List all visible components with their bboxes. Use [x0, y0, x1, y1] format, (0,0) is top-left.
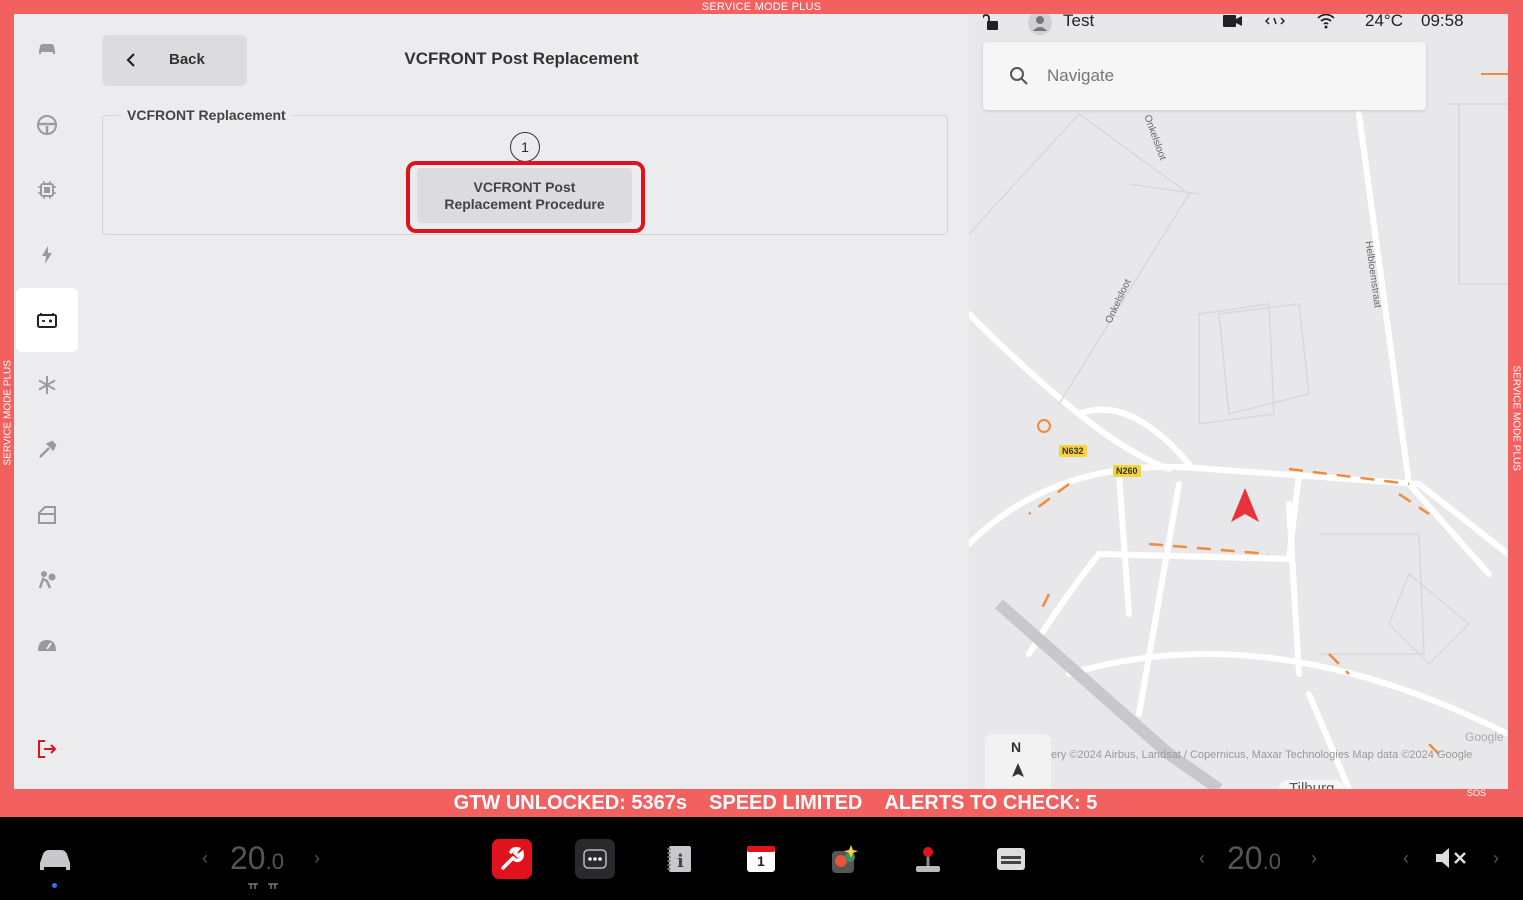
page-title: VCFRONT Post Replacement [404, 49, 639, 68]
volume-down[interactable]: ‹ [1403, 848, 1409, 869]
chip-icon [38, 181, 56, 199]
right-temp-down[interactable]: ‹ [1199, 848, 1205, 869]
sidebar-item-low-voltage[interactable] [16, 288, 78, 352]
service-app-button[interactable] [492, 839, 532, 879]
step-number: 1 [510, 132, 540, 162]
manual-icon: i [667, 846, 691, 872]
alert-bar: GTW UNLOCKED: 5367s SPEED LIMITED ALERTS… [0, 789, 1523, 817]
manual-app-button[interactable]: i [659, 839, 699, 879]
status-bar: Test 24°C 09:58 [969, 14, 1508, 42]
sos-label[interactable]: SOS [1467, 788, 1486, 798]
sidebar-item-chassis[interactable] [16, 418, 78, 482]
sidebar-item-computer[interactable] [16, 158, 78, 222]
door-icon [38, 506, 56, 524]
replacement-group: VCFRONT Replacement 1 VCFRONT Post Repla… [102, 107, 948, 235]
sidebar-item-exit[interactable] [16, 717, 78, 781]
wifi-icon[interactable] [1317, 14, 1335, 29]
service-sidebar [14, 14, 80, 789]
service-panel: Back VCFRONT Post Replacement VCFRONT Re… [14, 14, 969, 789]
more-apps-button[interactable] [575, 839, 615, 879]
svg-text:i: i [677, 851, 684, 872]
battery-icon [37, 313, 57, 328]
service-mode-top-label: SERVICE MODE PLUS [701, 1, 822, 13]
search-icon [1010, 67, 1028, 85]
left-temp-down[interactable]: ‹ [202, 848, 208, 869]
right-temp-decimal: .0 [1262, 849, 1281, 874]
road-tag-n260: N260 [1113, 465, 1141, 477]
left-temp-value: 20 [230, 840, 266, 876]
speed-status: SPEED LIMITED [709, 792, 863, 814]
dashcam-icon[interactable] [1223, 14, 1243, 28]
left-temp-decimal: .0 [265, 849, 284, 874]
taskbar: ‹ 20.0 › i 1 ‹ 20.0 › ‹ › [0, 817, 1523, 900]
navigate-search[interactable] [983, 42, 1426, 110]
navigate-input[interactable] [1047, 62, 1347, 90]
clock: 09:58 [1421, 14, 1464, 30]
map-roads [969, 73, 1508, 789]
left-temp-up[interactable]: › [314, 848, 320, 869]
chevron-left-icon [126, 53, 135, 67]
profile-name[interactable]: Test [1063, 14, 1094, 31]
service-wrench-icon [501, 847, 524, 870]
steering-wheel-icon [37, 115, 57, 135]
sidebar-item-closures[interactable] [16, 483, 78, 547]
back-button-label: Back [169, 51, 205, 68]
service-mode-left-label: SERVICE MODE PLUS [2, 360, 14, 466]
car-icon [39, 44, 55, 54]
energy-app-button[interactable] [991, 839, 1031, 879]
right-temp-up[interactable]: › [1311, 848, 1317, 869]
map-attribution: ery ©2024 Airbus, Landsat / Copernicus, … [1051, 749, 1473, 761]
airbag-icon [38, 571, 56, 589]
compass-arrow-icon [1012, 763, 1024, 777]
energy-icon [997, 848, 1025, 870]
procedure-button[interactable]: VCFRONT Post Replacement Procedure [417, 168, 632, 223]
calendar-app-button[interactable]: 1 [741, 839, 781, 879]
sidebar-item-vehicle[interactable] [16, 16, 78, 80]
right-temp-value: 20 [1227, 840, 1263, 876]
alerts-count[interactable]: ALERTS TO CHECK: 5 [884, 789, 1097, 817]
temperature: 24°C [1365, 14, 1403, 30]
bluetooth-icon[interactable] [1265, 14, 1285, 28]
snowflake-icon [38, 376, 56, 394]
lightning-icon [42, 246, 52, 264]
lock-open-icon[interactable] [983, 14, 1001, 31]
sidebar-item-high-voltage[interactable] [16, 223, 78, 287]
profile-icon[interactable] [1027, 14, 1053, 36]
map-view[interactable]: Test 24°C 09:58 N632 N260 Onkelsloot Onk… [969, 14, 1508, 789]
toybox-icon [832, 845, 858, 873]
volume-mute-icon[interactable] [1434, 847, 1468, 869]
left-temperature[interactable]: 20.0 [230, 840, 284, 877]
sidebar-item-safety[interactable] [16, 548, 78, 612]
compass-north-label: N [1011, 739, 1022, 755]
wrench-icon [39, 440, 57, 458]
more-dots-icon [583, 849, 607, 869]
joystick-app-button[interactable] [908, 839, 948, 879]
sidebar-item-driver-assist[interactable] [16, 613, 78, 677]
sidebar-item-steering[interactable] [16, 93, 78, 157]
calendar-day: 1 [757, 853, 765, 869]
toybox-app-button[interactable] [825, 839, 865, 879]
group-legend: VCFRONT Replacement [121, 107, 292, 123]
city-label: Tilburg [1279, 780, 1345, 789]
seat-heat-icon[interactable] [246, 881, 280, 891]
road-tag-n632: N632 [1059, 445, 1087, 457]
right-temperature[interactable]: 20.0 [1227, 840, 1281, 877]
car-icon [40, 850, 70, 870]
volume-up[interactable]: › [1493, 848, 1499, 869]
service-mode-right-label: SERVICE MODE PLUS [1510, 365, 1522, 471]
back-button[interactable]: Back [102, 35, 247, 86]
gtw-status: GTW UNLOCKED: 5367s [453, 792, 688, 814]
gauge-icon [38, 640, 56, 651]
taskbar-car-button[interactable] [36, 843, 74, 888]
active-dot [52, 883, 57, 888]
compass-button[interactable]: N [985, 734, 1051, 789]
google-label: Google [1465, 730, 1504, 744]
sidebar-item-thermal[interactable] [16, 353, 78, 417]
exit-icon [38, 740, 57, 758]
joystick-icon [916, 847, 940, 872]
